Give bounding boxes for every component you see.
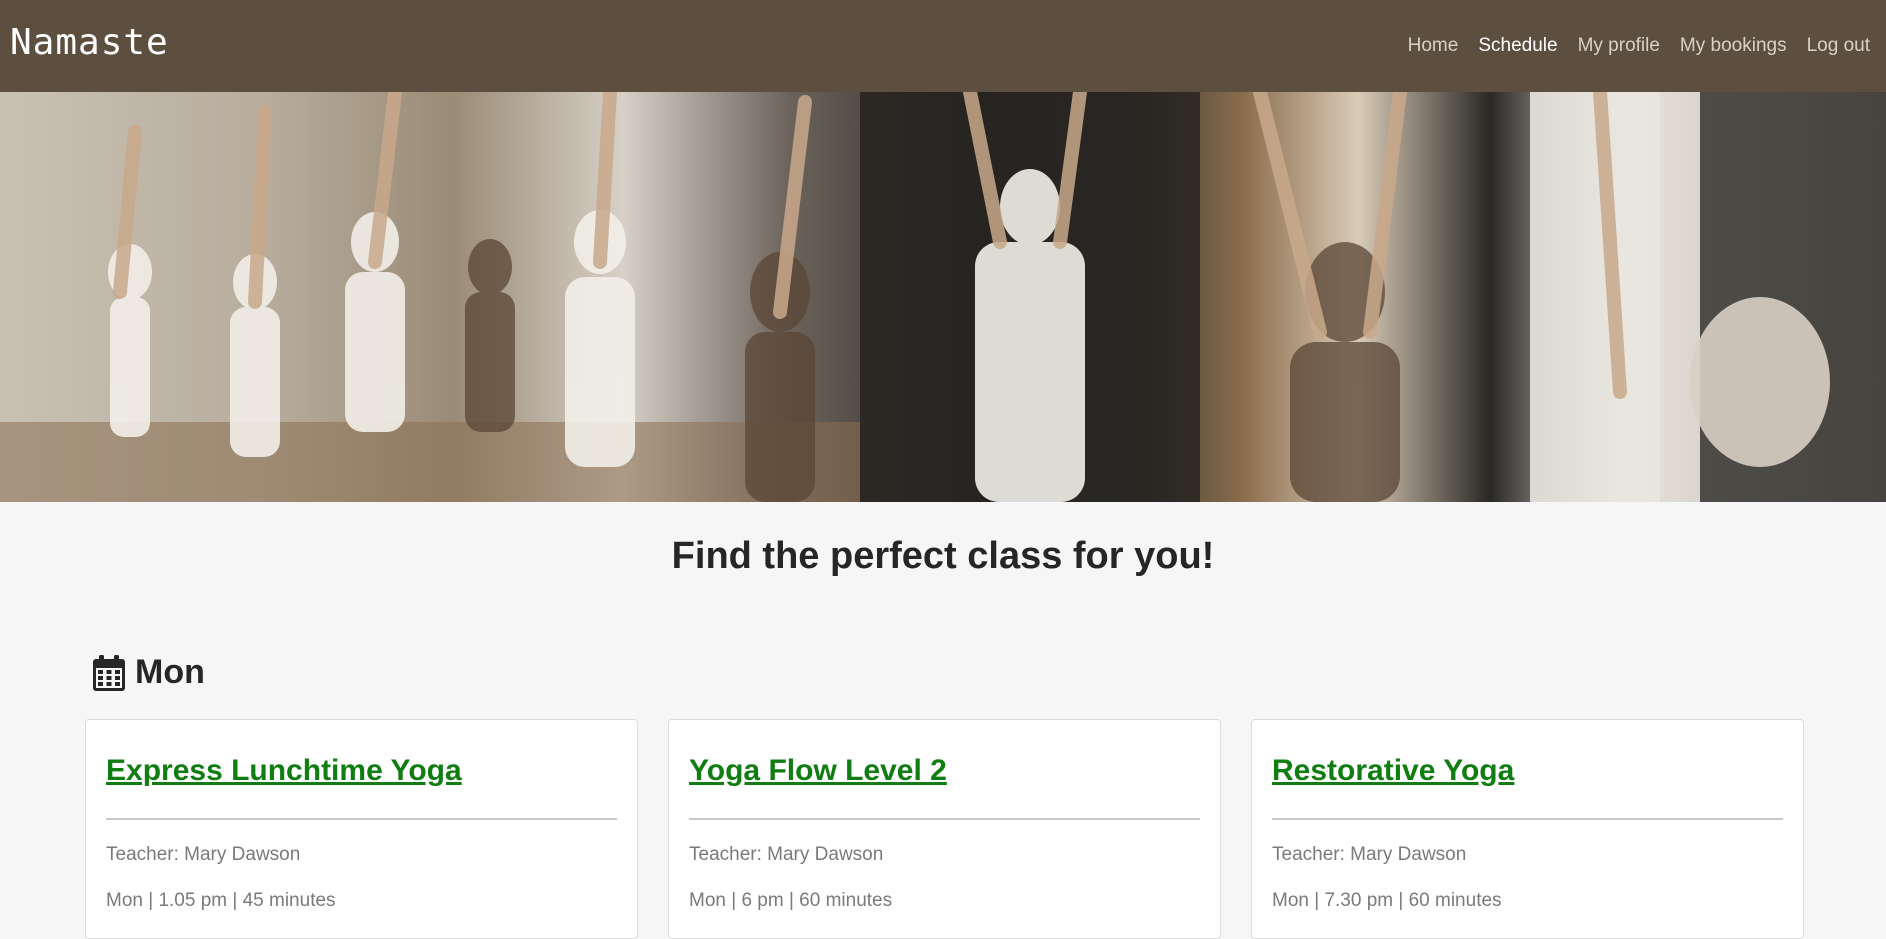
nav-link-my-profile[interactable]: My profile (1578, 35, 1660, 57)
class-title-link[interactable]: Express Lunchtime Yoga (106, 754, 617, 788)
hero-image (0, 92, 1886, 502)
card-divider (106, 818, 617, 820)
nav-links: Home Schedule My profile My bookings Log… (1408, 0, 1870, 92)
nav-link-my-bookings[interactable]: My bookings (1680, 35, 1787, 57)
class-title-link[interactable]: Yoga Flow Level 2 (689, 754, 1200, 788)
card-divider (689, 818, 1200, 820)
class-card: Yoga Flow Level 2 Teacher: Mary Dawson M… (668, 719, 1221, 939)
class-teacher: Teacher: Mary Dawson (689, 844, 884, 865)
class-schedule-info: Mon | 7.30 pm | 60 minutes (1272, 890, 1502, 911)
nav-link-home[interactable]: Home (1408, 35, 1459, 57)
navbar: Namaste Home Schedule My profile My book… (0, 0, 1886, 92)
calendar-icon (93, 654, 125, 691)
day-label: Mon (135, 653, 205, 691)
class-teacher: Teacher: Mary Dawson (1272, 844, 1467, 865)
class-teacher: Teacher: Mary Dawson (106, 844, 301, 865)
card-divider (1272, 818, 1783, 820)
class-schedule-info: Mon | 6 pm | 60 minutes (689, 890, 893, 911)
nav-link-schedule[interactable]: Schedule (1478, 35, 1557, 57)
nav-link-log-out[interactable]: Log out (1807, 35, 1870, 57)
class-card: Express Lunchtime Yoga Teacher: Mary Daw… (85, 719, 638, 939)
page-title: Find the perfect class for you! (671, 535, 1215, 577)
brand-logo[interactable]: Namaste (10, 22, 169, 63)
class-card: Restorative Yoga Teacher: Mary Dawson Mo… (1251, 719, 1804, 939)
day-heading: Mon (93, 653, 205, 692)
hero-photo-illustration (0, 92, 1886, 502)
class-schedule-info: Mon | 1.05 pm | 45 minutes (106, 890, 336, 911)
class-title-link[interactable]: Restorative Yoga (1272, 754, 1783, 788)
